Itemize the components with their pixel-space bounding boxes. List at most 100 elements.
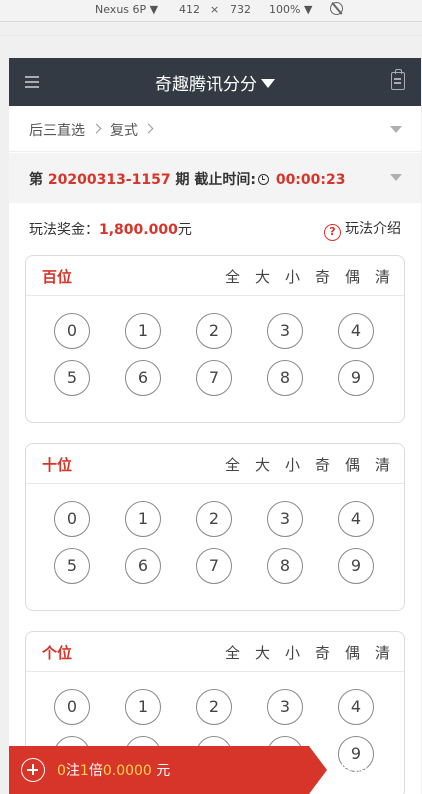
quick-select-button[interactable]: 全 — [210, 642, 240, 663]
digit-ball[interactable]: 4 — [338, 689, 374, 725]
digit-ball[interactable]: 9 — [338, 360, 374, 396]
digit-ball[interactable]: 0 — [54, 501, 90, 537]
device-select[interactable]: Nexus 6P ▼ — [95, 3, 158, 16]
quick-select-button[interactable]: 奇 — [300, 454, 330, 475]
digit-ball[interactable]: 2 — [196, 313, 232, 349]
digit-ball[interactable]: 2 — [196, 689, 232, 725]
quick-select-button[interactable]: 奇 — [300, 266, 330, 287]
digit-ball[interactable]: 2 — [196, 501, 232, 537]
digit-ball[interactable]: 9 — [338, 548, 374, 584]
quick-select-button[interactable]: 奇 — [300, 642, 330, 663]
digit-ball[interactable]: 1 — [125, 313, 161, 349]
position-title: 十位 — [42, 456, 73, 474]
period-prefix: 第 — [29, 172, 43, 188]
bet-multiple-label: 倍 — [88, 763, 103, 779]
quick-select-button[interactable]: 偶 — [330, 454, 360, 475]
deadline-label: 期 截止时间: — [175, 172, 256, 188]
period-bar[interactable]: 第 20200313-1157 期 截止时间: 00:00:23 — [9, 153, 421, 203]
position-card-header: 个位 全大小奇偶清 — [26, 632, 404, 672]
period-info: 第 20200313-1157 期 截止时间: 00:00:23 — [29, 169, 345, 189]
digit-ball[interactable]: 3 — [267, 689, 303, 725]
phone-viewport: 奇趣腾讯分分 后三直选 复式 第 20200313-1157 期 截止时间: 0… — [9, 58, 421, 794]
quick-select: 全大小奇偶清 — [210, 642, 390, 663]
position-card-header: 十位 全大小奇偶清 — [26, 444, 404, 484]
rotate-icon[interactable] — [330, 2, 343, 15]
digit-ball[interactable]: 6 — [125, 360, 161, 396]
digit-ball[interactable]: 8 — [267, 548, 303, 584]
digit-ball[interactable]: 6 — [125, 548, 161, 584]
prize-row: 玩法奖金：1,800.000元 ? 玩法介绍 — [9, 216, 421, 241]
digit-ball[interactable]: 5 — [54, 360, 90, 396]
quick-select-button[interactable]: 全 — [210, 266, 240, 287]
quick-select-button[interactable]: 清 — [360, 454, 390, 475]
prize-unit: 元 — [177, 222, 192, 238]
quick-select-button[interactable]: 小 — [270, 454, 300, 475]
app-header: 奇趣腾讯分分 — [9, 58, 421, 106]
period-number: 20200313-1157 — [47, 172, 171, 188]
bet-summary-bar: 0注1倍0.0000 元 号码篮 — [9, 746, 421, 794]
digit-ball[interactable]: 4 — [338, 501, 374, 537]
bet-summary-arrow — [309, 746, 327, 794]
quick-select-button[interactable]: 清 — [360, 266, 390, 287]
digit-ball[interactable]: 4 — [338, 313, 374, 349]
digit-ball[interactable]: 3 — [267, 313, 303, 349]
question-icon: ? — [324, 224, 341, 241]
digit-ball[interactable]: 5 — [54, 548, 90, 584]
bet-count-label: 注 — [65, 763, 80, 779]
digit-ball[interactable]: 0 — [54, 689, 90, 725]
bet-summary-text: 0注1倍0.0000 元 — [57, 760, 170, 780]
caret-down-icon — [261, 79, 275, 88]
bet-multiple: 1 — [79, 763, 89, 779]
quick-select-button[interactable]: 偶 — [330, 642, 360, 663]
digit-ball[interactable]: 1 — [125, 501, 161, 537]
position-card: 百位 全大小奇偶清 0 1 2 3 4 5 6 7 8 9 — [25, 255, 405, 423]
triangle-down-icon[interactable] — [390, 174, 402, 181]
breadcrumb-play-type[interactable]: 复式 — [110, 120, 138, 140]
quick-select-button[interactable]: 大 — [240, 454, 270, 475]
bet-amount: 0.0000 — [102, 763, 152, 779]
lottery-title-label: 奇趣腾讯分分 — [155, 75, 257, 95]
prize-label: 玩法奖金： — [29, 222, 99, 238]
clipboard-icon[interactable] — [391, 69, 405, 90]
quick-select: 全大小奇偶清 — [210, 454, 390, 475]
position-title: 百位 — [42, 268, 73, 286]
countdown: 00:00:23 — [275, 172, 346, 188]
bet-count: 0 — [57, 763, 66, 779]
viewport-width[interactable]: 412 — [179, 3, 200, 16]
position-card-header: 百位 全大小奇偶清 — [26, 256, 404, 296]
breadcrumb-play-group[interactable]: 后三直选 — [29, 120, 85, 140]
prize-info: 玩法奖金：1,800.000元 — [29, 219, 192, 239]
viewport-height[interactable]: 732 — [230, 3, 251, 16]
times-sign: × — [210, 3, 220, 16]
quick-select: 全大小奇偶清 — [210, 266, 390, 287]
plus-circle-icon[interactable] — [21, 758, 45, 782]
digit-ball[interactable]: 3 — [267, 501, 303, 537]
quick-select-button[interactable]: 小 — [270, 266, 300, 287]
lottery-title[interactable]: 奇趣腾讯分分 — [9, 70, 421, 95]
prize-value: 1,800.000 — [99, 222, 178, 238]
quick-select-button[interactable]: 小 — [270, 642, 300, 663]
position-card: 十位 全大小奇偶清 0 1 2 3 4 5 6 7 8 9 — [25, 443, 405, 611]
quick-select-button[interactable]: 清 — [360, 642, 390, 663]
devtools-toolbar: Nexus 6P ▼ 412 × 732 100% ▼ — [0, 0, 422, 22]
chevron-right-icon — [91, 123, 102, 134]
play-help-link[interactable]: ? 玩法介绍 — [324, 218, 401, 241]
chevron-right-icon — [143, 123, 154, 134]
digit-ball[interactable]: 8 — [267, 360, 303, 396]
quick-select-button[interactable]: 大 — [240, 266, 270, 287]
quick-select-button[interactable]: 全 — [210, 454, 240, 475]
digit-ball[interactable]: 1 — [125, 689, 161, 725]
quick-select-button[interactable]: 偶 — [330, 266, 360, 287]
triangle-down-icon[interactable] — [390, 126, 402, 133]
play-breadcrumb[interactable]: 后三直选 复式 — [9, 106, 421, 152]
play-help-label: 玩法介绍 — [345, 221, 401, 237]
bet-currency: 元 — [156, 763, 171, 779]
digit-ball[interactable]: 7 — [196, 548, 232, 584]
ruler — [0, 26, 422, 36]
position-title: 个位 — [42, 644, 73, 662]
zoom-select[interactable]: 100% ▼ — [269, 3, 312, 16]
number-basket-label[interactable]: 号码篮 — [339, 760, 384, 781]
quick-select-button[interactable]: 大 — [240, 642, 270, 663]
digit-ball[interactable]: 7 — [196, 360, 232, 396]
digit-ball[interactable]: 0 — [54, 313, 90, 349]
